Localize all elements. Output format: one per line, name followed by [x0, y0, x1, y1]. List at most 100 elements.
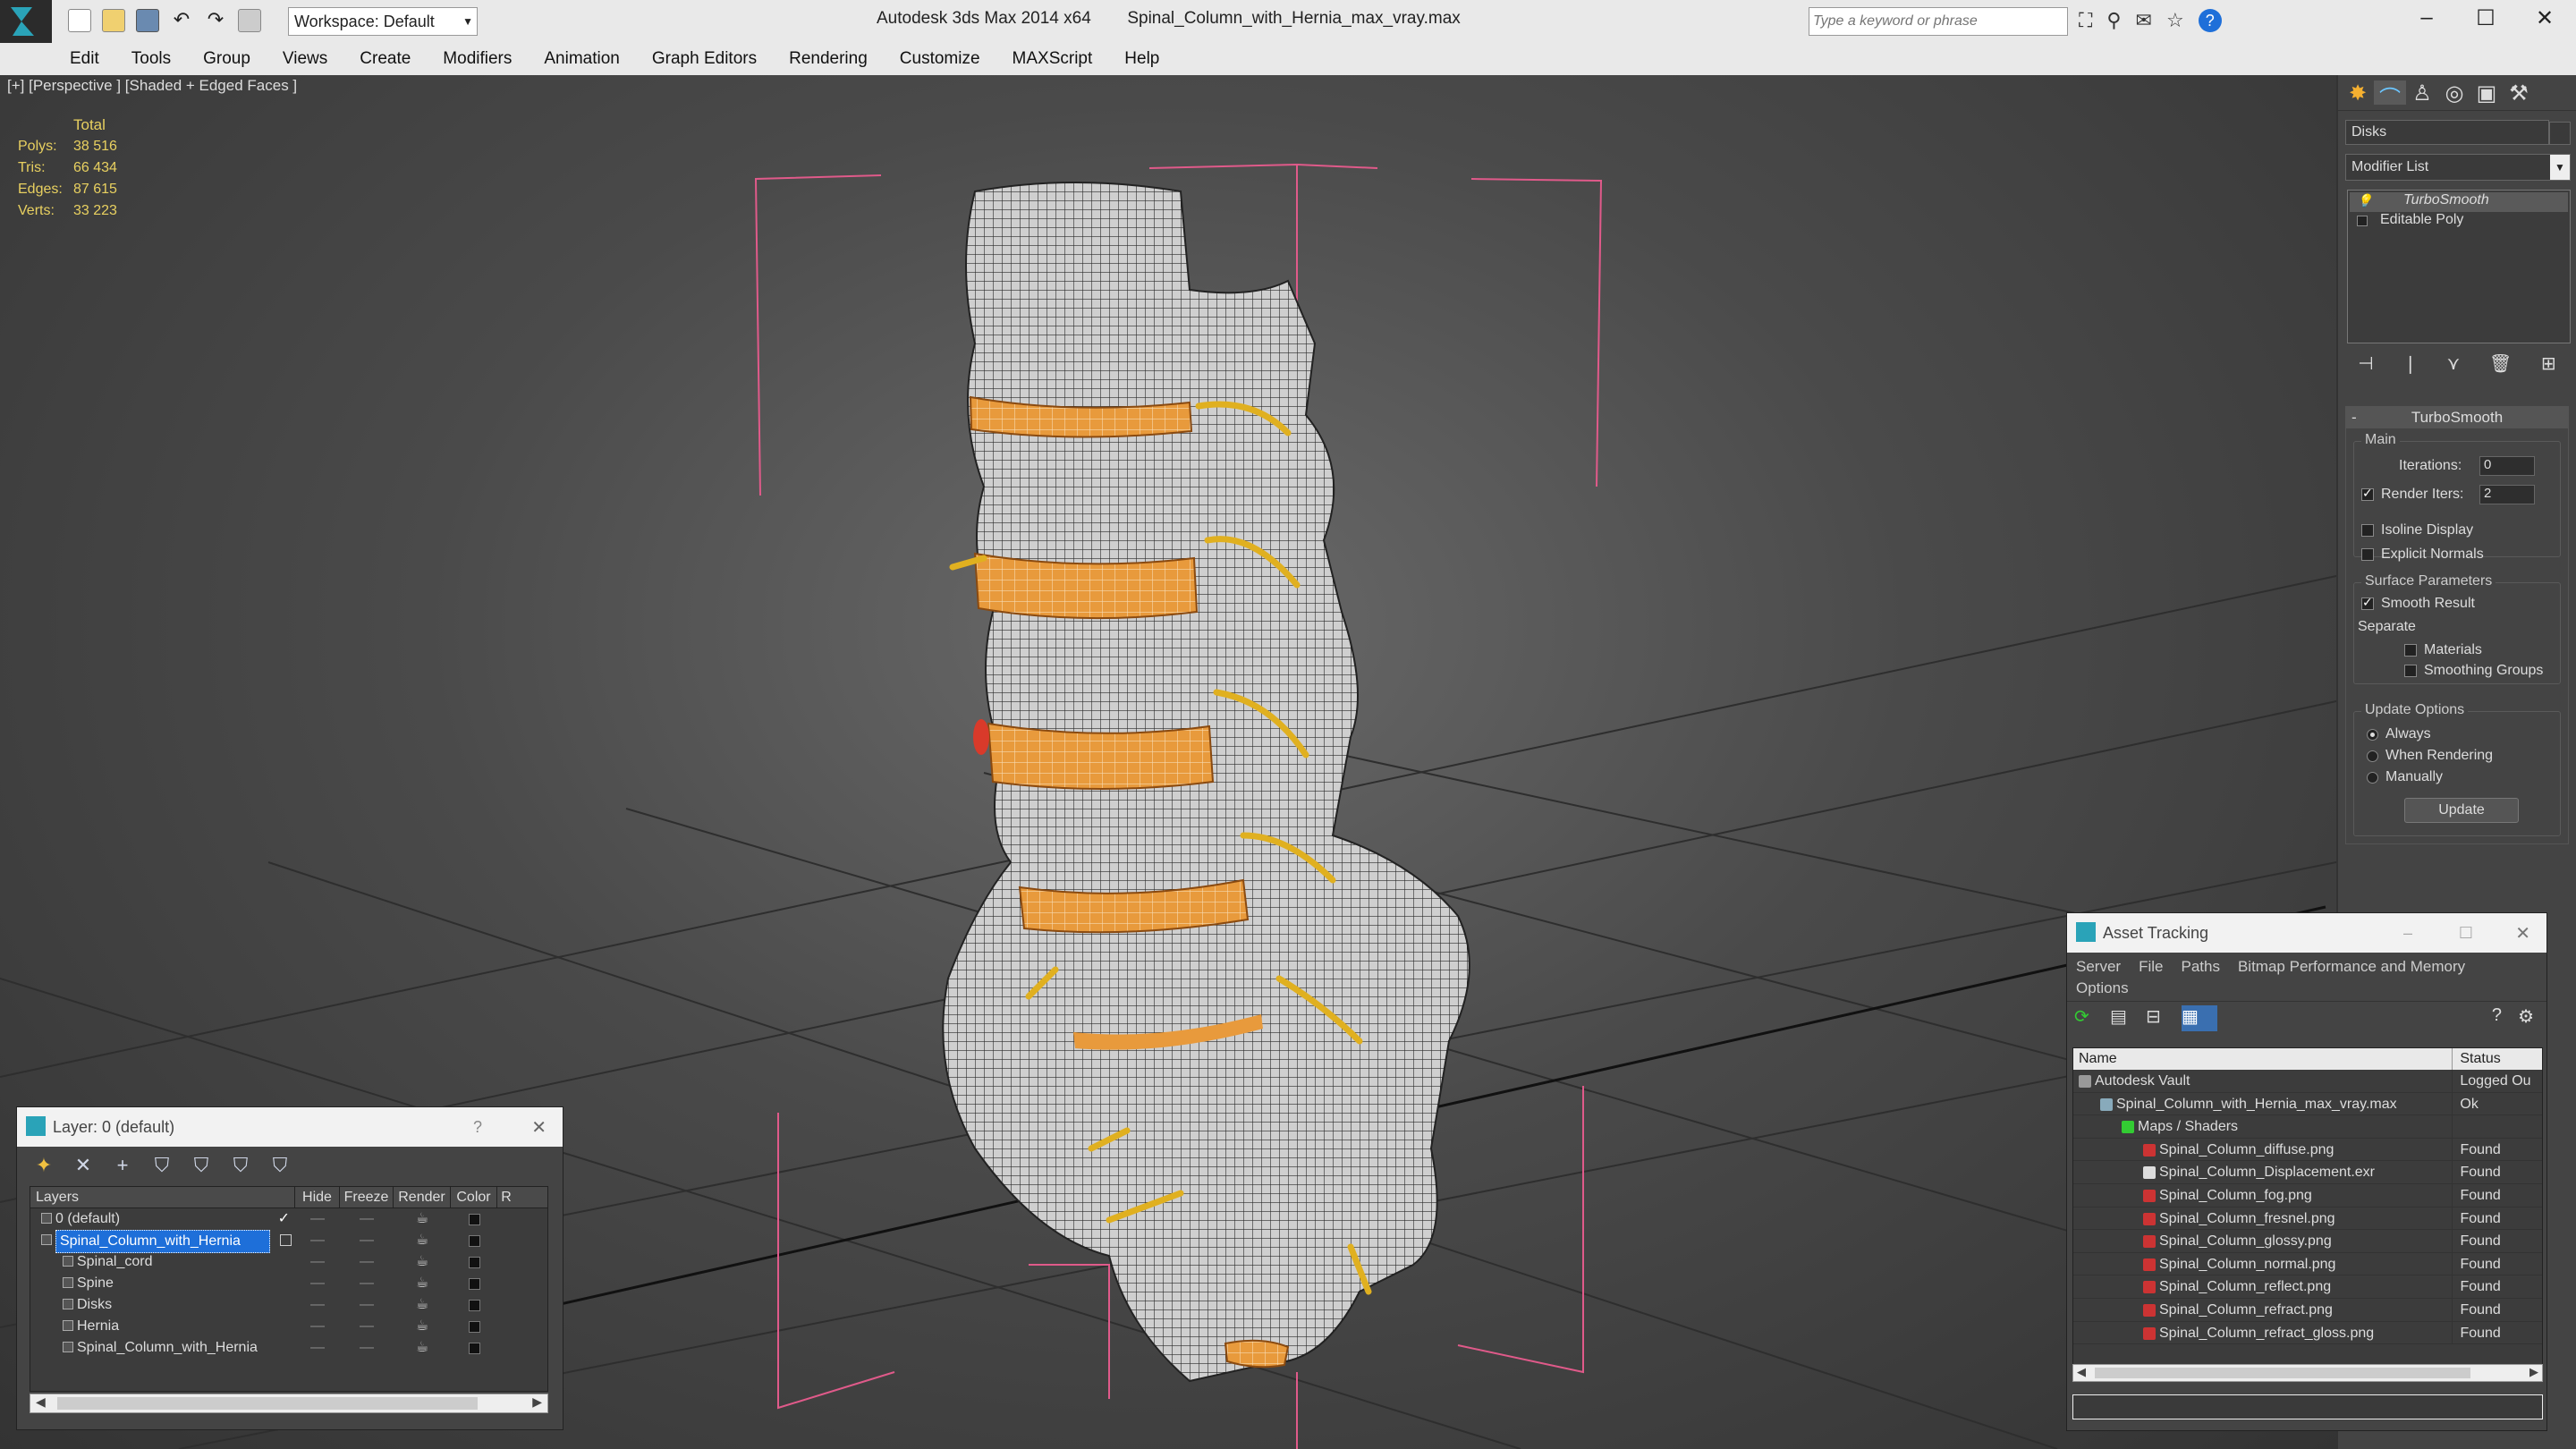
app-logo[interactable]: [0, 0, 52, 43]
layer-row[interactable]: Spinal_Column_with_Hernia — — ☕: [30, 1337, 547, 1359]
show-end-result-icon[interactable]: ❘: [2402, 352, 2418, 374]
asset-menu-file[interactable]: File: [2139, 958, 2163, 975]
update-button[interactable]: Update: [2404, 798, 2519, 823]
render-teapot-icon[interactable]: ☕: [394, 1316, 451, 1337]
highlight-layer-icon[interactable]: ⛉: [182, 1154, 221, 1177]
asset-row[interactable]: Spinal_Column_reflect.png Found: [2073, 1275, 2542, 1299]
table-view-icon[interactable]: ▦: [2182, 1005, 2217, 1031]
freeze-toggle[interactable]: —: [340, 1208, 394, 1230]
hide-toggle[interactable]: —: [295, 1273, 340, 1294]
column-header-render[interactable]: Render: [394, 1187, 451, 1208]
create-tab-icon[interactable]: ✸: [2342, 80, 2374, 106]
column-header-color[interactable]: Color: [451, 1187, 497, 1208]
help-icon[interactable]: ?: [473, 1118, 482, 1137]
make-unique-icon[interactable]: ⋎: [2447, 352, 2461, 374]
menu-item-customize[interactable]: Customize: [900, 49, 980, 69]
close-icon[interactable]: ✕: [531, 1116, 547, 1139]
asset-row[interactable]: Spinal_Column_normal.png Found: [2073, 1252, 2542, 1276]
menu-item-animation[interactable]: Animation: [544, 49, 620, 69]
object-color-swatch[interactable]: [2549, 122, 2571, 145]
layer-color-swatch[interactable]: [451, 1337, 497, 1359]
hide-toggle[interactable]: —: [295, 1208, 340, 1230]
freeze-toggle[interactable]: —: [340, 1230, 394, 1251]
layer-row[interactable]: Hernia — — ☕: [30, 1316, 547, 1337]
rollout-header[interactable]: - TurboSmooth: [2346, 407, 2568, 428]
menu-item-rendering[interactable]: Rendering: [789, 49, 868, 69]
expand-icon[interactable]: [2357, 216, 2368, 226]
motion-tab-icon[interactable]: ◎: [2438, 80, 2470, 106]
freeze-toggle[interactable]: —: [340, 1337, 394, 1359]
list-view-icon[interactable]: ▤: [2110, 1005, 2146, 1031]
asset-menu-server[interactable]: Server: [2076, 958, 2121, 975]
layer-row[interactable]: Disks — — ☕: [30, 1294, 547, 1316]
project-folder-icon[interactable]: [238, 9, 261, 32]
iterations-spinner[interactable]: 0: [2479, 456, 2535, 476]
modify-tab-icon[interactable]: ⌒: [2374, 80, 2406, 111]
menu-item-modifiers[interactable]: Modifiers: [443, 49, 512, 69]
column-header-layers[interactable]: Layers: [30, 1187, 295, 1208]
manually-radio[interactable]: [2367, 771, 2378, 784]
current-layer-check-icon[interactable]: ✓: [278, 1208, 290, 1230]
asset-row[interactable]: Spinal_Column_Displacement.exr Found: [2073, 1161, 2542, 1184]
menu-item-tools[interactable]: Tools: [131, 49, 171, 69]
menu-item-create[interactable]: Create: [360, 49, 411, 69]
asset-row[interactable]: Autodesk Vault Logged Ou: [2073, 1070, 2542, 1093]
pin-stack-icon[interactable]: ⊣: [2358, 352, 2373, 374]
stack-item-turbosmooth[interactable]: 💡 TurboSmooth: [2350, 192, 2568, 212]
menu-item-group[interactable]: Group: [203, 49, 250, 69]
hide-toggle[interactable]: —: [295, 1337, 340, 1359]
column-header-hide[interactable]: Hide: [295, 1187, 340, 1208]
layer-color-swatch[interactable]: [451, 1251, 497, 1273]
help-icon[interactable]: ?: [2198, 9, 2222, 32]
asset-menu-paths[interactable]: Paths: [2181, 958, 2219, 975]
menu-item-maxscript[interactable]: MAXScript: [1013, 49, 1093, 69]
layer-row[interactable]: 0 (default) ✓ — — ☕: [30, 1208, 547, 1230]
favorites-icon[interactable]: ☆: [2166, 9, 2184, 32]
hide-toggle[interactable]: —: [295, 1316, 340, 1337]
asset-menu-bitmap[interactable]: Bitmap Performance and Memory: [2238, 958, 2465, 975]
new-file-icon[interactable]: [68, 9, 91, 32]
asset-row[interactable]: Spinal_Column_refract_gloss.png Found: [2073, 1321, 2542, 1345]
object-name-field[interactable]: Disks: [2345, 120, 2549, 145]
freeze-toggle[interactable]: —: [340, 1251, 394, 1273]
undo-icon[interactable]: ↶: [170, 9, 193, 32]
render-teapot-icon[interactable]: ☕: [394, 1230, 451, 1251]
hide-toggle[interactable]: —: [295, 1251, 340, 1273]
hide-toggle[interactable]: —: [295, 1230, 340, 1251]
render-teapot-icon[interactable]: ☕: [394, 1294, 451, 1316]
layer-color-swatch[interactable]: [451, 1294, 497, 1316]
new-layer-icon[interactable]: ✦: [24, 1154, 64, 1177]
help-icon[interactable]: ?: [2492, 1005, 2502, 1026]
set-current-checkbox[interactable]: [280, 1234, 292, 1246]
key-icon[interactable]: ⚲: [2106, 9, 2121, 32]
refresh-icon[interactable]: ⟳: [2074, 1005, 2110, 1031]
layer-horizontal-scrollbar[interactable]: ◀ ▶: [30, 1394, 548, 1413]
column-header-status[interactable]: Status: [2453, 1048, 2542, 1070]
when-rendering-radio[interactable]: [2367, 750, 2378, 762]
select-objects-icon[interactable]: ⛉: [142, 1154, 182, 1177]
render-teapot-icon[interactable]: ☕: [394, 1273, 451, 1294]
menu-item-help[interactable]: Help: [1124, 49, 1159, 69]
add-to-layer-icon[interactable]: +: [103, 1154, 142, 1177]
layer-color-swatch[interactable]: [451, 1208, 497, 1230]
column-header-radiosity[interactable]: R: [497, 1187, 515, 1208]
layer-color-swatch[interactable]: [451, 1230, 497, 1251]
asset-row[interactable]: Spinal_Column_with_Hernia_max_vray.max Ok: [2073, 1092, 2542, 1116]
search-input[interactable]: [1813, 9, 2063, 34]
always-radio[interactable]: [2367, 728, 2378, 741]
hide-all-icon[interactable]: ⛉: [221, 1154, 260, 1177]
asset-row[interactable]: Spinal_Column_fog.png Found: [2073, 1183, 2542, 1208]
stack-item-editable-poly[interactable]: Editable Poly: [2350, 212, 2568, 232]
communication-icon[interactable]: ✉: [2136, 9, 2152, 32]
smooth-result-checkbox[interactable]: [2361, 595, 2374, 610]
asset-row[interactable]: Spinal_Column_glossy.png Found: [2073, 1230, 2542, 1253]
smoothing-groups-checkbox[interactable]: [2404, 665, 2417, 677]
layer-row[interactable]: Spinal_Column_with_Hernia — — ☕: [30, 1230, 547, 1253]
close-icon[interactable]: ✕: [2515, 5, 2574, 31]
layer-row[interactable]: Spine — — ☕: [30, 1273, 547, 1294]
close-icon[interactable]: ✕: [2515, 922, 2530, 945]
menu-item-edit[interactable]: Edit: [70, 49, 99, 69]
asset-row[interactable]: Spinal_Column_diffuse.png Found: [2073, 1138, 2542, 1162]
freeze-toggle[interactable]: —: [340, 1316, 394, 1337]
render-teapot-icon[interactable]: ☕: [394, 1251, 451, 1273]
